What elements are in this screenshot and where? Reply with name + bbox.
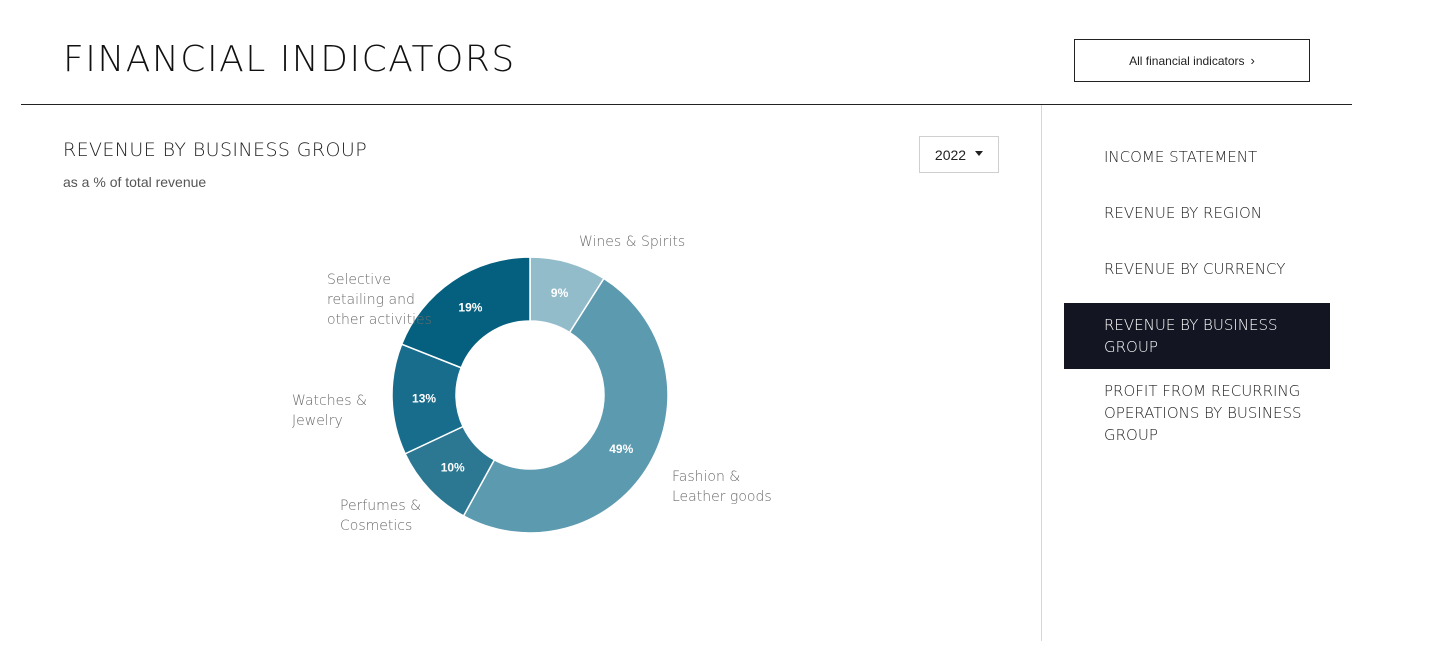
nav-item-income-statement[interactable]: INCOME STATEMENT xyxy=(1064,135,1330,191)
slice-value-label-fashion-and-leather-goods: 49% xyxy=(609,442,633,456)
slice-category-label-selective-retailing-and-other-activities: Selective retailing and other activities xyxy=(327,272,432,328)
side-nav: INCOME STATEMENT REVENUE BY REGION REVEN… xyxy=(1064,135,1330,457)
slice-value-label-selective-retailing-and-other-activities: 19% xyxy=(458,300,482,314)
sidebar-divider xyxy=(1041,105,1042,641)
slice-value-label-watches-and-jewelry: 13% xyxy=(412,391,436,405)
slice-category-label-fashion-and-leather-goods: Fashion & Leather goods xyxy=(672,469,772,505)
slice-category-label-perfumes-and-cosmetics: Perfumes & Cosmetics xyxy=(340,498,421,534)
slice-category-label-watches-and-jewelry: Watches & Jewelry xyxy=(292,393,367,429)
all-financial-indicators-label: All financial indicators xyxy=(1129,53,1245,68)
nav-item-revenue-by-region[interactable]: REVENUE BY REGION xyxy=(1064,191,1330,247)
slice-value-label-perfumes-and-cosmetics: 10% xyxy=(441,461,465,475)
chevron-right-icon: › xyxy=(1250,53,1255,68)
donut-chart: 9% 49% 10% 13% 19% Wines & Spirits Fashion & Le… xyxy=(292,234,772,534)
slice-value-label-wines-and-spirits: 9% xyxy=(551,286,569,300)
all-financial-indicators-button[interactable]: All financial indicators › xyxy=(1074,39,1310,82)
nav-item-profit-recurring-operations[interactable]: PROFIT FROM RECURRING OPERATIONS BY BUSI… xyxy=(1064,369,1330,457)
slice-category-label-wines-and-spirits: Wines & Spirits xyxy=(579,234,685,250)
nav-item-revenue-by-currency[interactable]: REVENUE BY CURRENCY xyxy=(1064,247,1330,303)
nav-item-revenue-by-business-group[interactable]: REVENUE BY BUSINESS GROUP xyxy=(1064,303,1330,369)
